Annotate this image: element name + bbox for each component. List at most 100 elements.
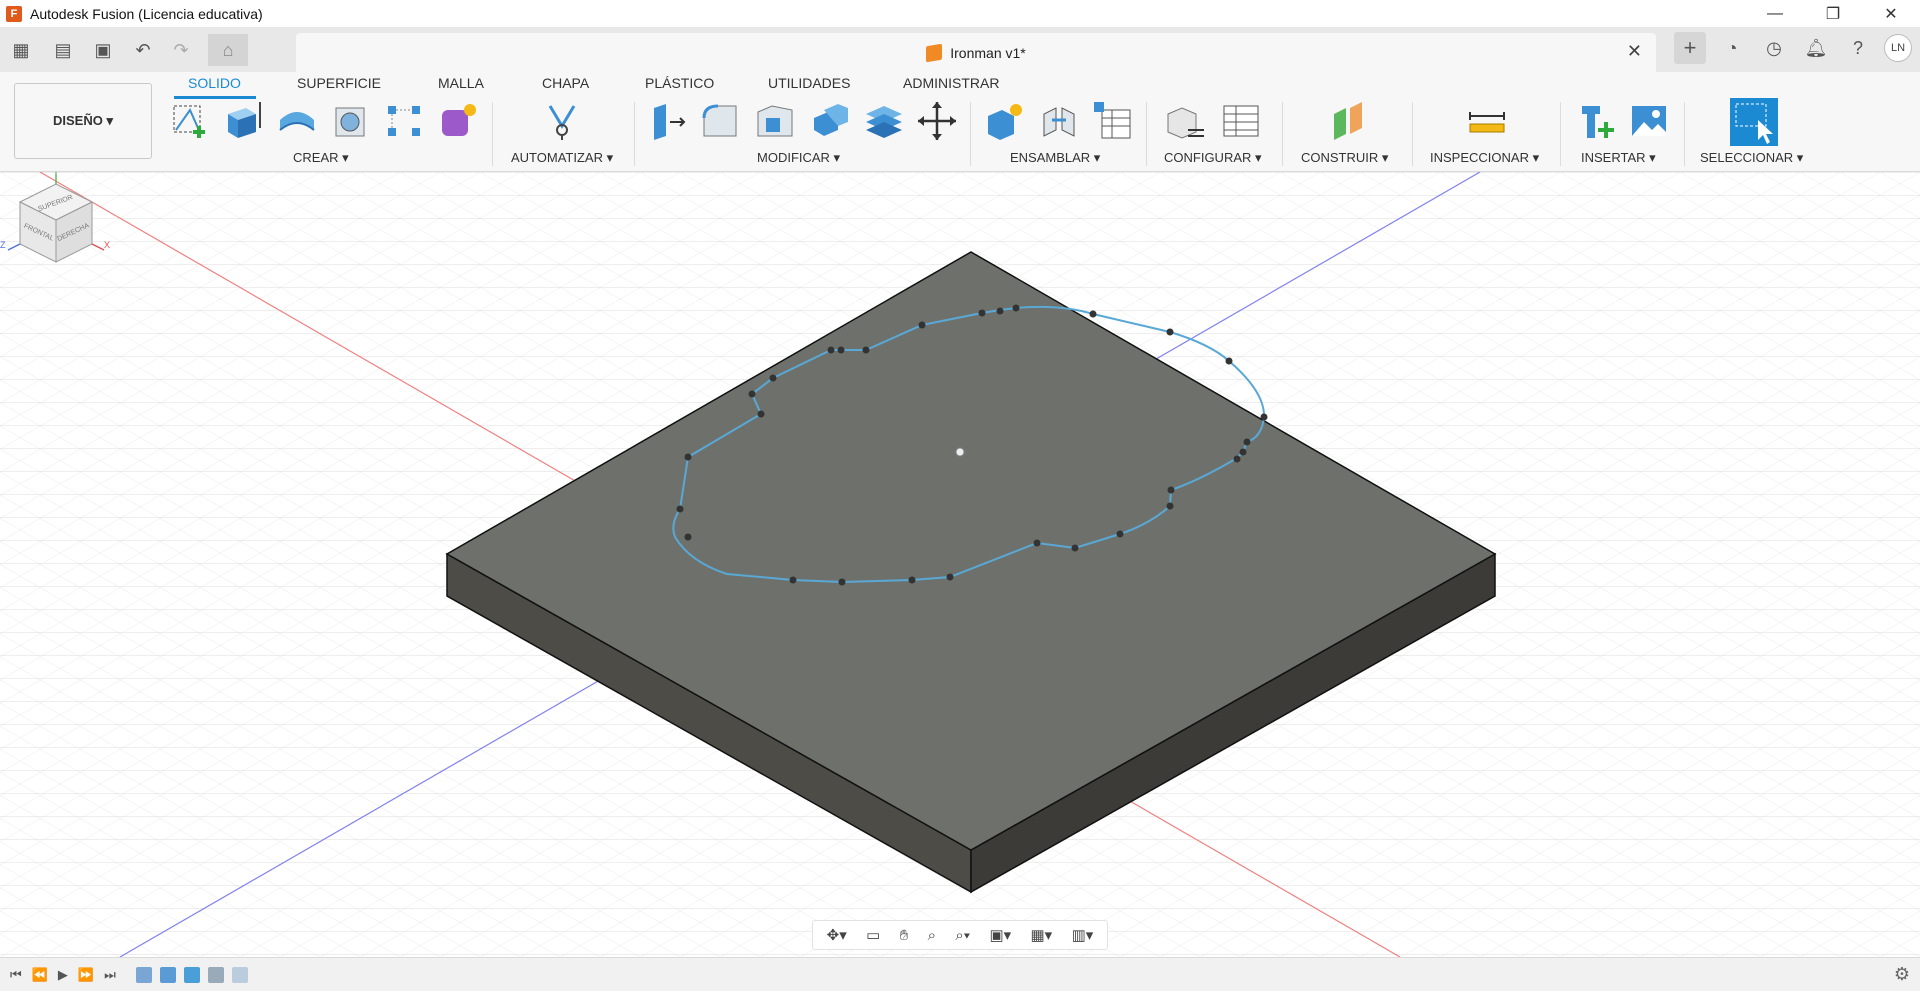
- undo-icon[interactable]: ↶: [128, 35, 158, 65]
- configuration-table-icon[interactable]: [1220, 100, 1262, 142]
- split-body-icon[interactable]: [862, 100, 904, 142]
- x-axis-label: X: [104, 240, 110, 250]
- insert-canvas-icon[interactable]: [1628, 100, 1670, 142]
- group-seleccionar[interactable]: SELECCIONAR ▾: [1700, 150, 1803, 166]
- restore-button[interactable]: ❐: [1804, 0, 1862, 28]
- document-tab-bar: ▦ ▤ ▣ ↶ ↷ ⌂ Ironman v1* ✕ + ◔ ◷ 🔔︎ ? LN: [0, 28, 1920, 72]
- view-cube-x-axis: [91, 243, 105, 251]
- select-icon[interactable]: [1730, 98, 1778, 146]
- group-inspeccionar[interactable]: INSPECCIONAR ▾: [1430, 150, 1539, 166]
- divider: [1560, 102, 1561, 166]
- extrude-icon[interactable]: [222, 100, 264, 142]
- move-icon[interactable]: [916, 100, 958, 142]
- shell-icon[interactable]: [754, 100, 796, 142]
- notifications-icon[interactable]: 🔔︎: [1800, 32, 1832, 64]
- zoom-icon[interactable]: ⌕: [928, 927, 936, 944]
- zoom-window-icon[interactable]: ⌕▾: [955, 927, 970, 944]
- z-axis-label: Z: [0, 240, 6, 250]
- hole-icon[interactable]: [330, 100, 372, 142]
- group-configurar[interactable]: CONFIGURAR ▾: [1164, 150, 1262, 166]
- document-title: Ironman v1*: [950, 44, 1026, 61]
- display-settings-icon[interactable]: ▣▾: [989, 926, 1011, 944]
- canvas-viewport[interactable]: SUPERIOR FRONTAL DERECHA Y X Z ✥▾ ▭ ✋︎ ⌕…: [0, 172, 1920, 957]
- timeline-extrude-feature-icon[interactable]: [159, 966, 176, 983]
- press-pull-icon[interactable]: [648, 100, 690, 142]
- component-icon: [926, 43, 943, 62]
- tab-plastico[interactable]: PLÁSTICO: [645, 75, 714, 91]
- configure-icon[interactable]: [1164, 100, 1206, 142]
- view-cube-z-axis: [7, 243, 21, 251]
- origin-point[interactable]: [955, 447, 965, 457]
- joint-icon[interactable]: [1038, 100, 1080, 142]
- create-form-icon[interactable]: [438, 100, 480, 142]
- timeline-sketch-feature-icon[interactable]: [135, 966, 152, 983]
- help-icon[interactable]: ?: [1842, 32, 1874, 64]
- divider: [1146, 102, 1147, 166]
- timeline-settings-icon[interactable]: ⚙: [1894, 964, 1910, 985]
- apps-grid-icon[interactable]: ▦: [6, 35, 36, 65]
- close-window-button[interactable]: ✕: [1862, 0, 1920, 28]
- group-construir[interactable]: CONSTRUIR ▾: [1301, 150, 1388, 166]
- insert-mcmaster-icon[interactable]: [1576, 100, 1618, 142]
- go-to-end-icon[interactable]: ⏭: [104, 967, 116, 983]
- look-at-icon[interactable]: ▭: [866, 926, 880, 944]
- avatar[interactable]: LN: [1884, 34, 1912, 62]
- tab-utilidades[interactable]: UTILIDADES: [768, 75, 850, 91]
- go-to-start-icon[interactable]: ⏮: [10, 967, 22, 983]
- tab-solido[interactable]: SOLIDO: [188, 75, 241, 91]
- timeline-bar: ⏮ ⏪ ▶ ⏩ ⏭ ⚙: [0, 957, 1920, 991]
- view-cube[interactable]: SUPERIOR FRONTAL DERECHA Y X Z: [0, 172, 110, 282]
- tab-administrar[interactable]: ADMINISTRAR: [903, 75, 999, 91]
- group-ensamblar[interactable]: ENSAMBLAR ▾: [1010, 150, 1100, 166]
- file-menu-icon[interactable]: ▤: [48, 35, 78, 65]
- toolbar-ribbon: DISEÑO ▾ SOLIDO SUPERFICIE MALLA CHAPA P…: [0, 72, 1920, 172]
- home-icon[interactable]: ⌂: [208, 34, 248, 66]
- timeline-marker-icon[interactable]: [231, 966, 248, 983]
- save-icon[interactable]: ▣: [88, 35, 118, 65]
- tab-chapa[interactable]: CHAPA: [542, 75, 589, 91]
- document-tab[interactable]: Ironman v1* ✕: [296, 33, 1656, 72]
- model-canvas[interactable]: [0, 172, 1920, 957]
- redo-icon[interactable]: ↷: [166, 35, 196, 65]
- orbit-icon[interactable]: ✥▾: [827, 926, 847, 944]
- workspace-switcher[interactable]: DISEÑO ▾: [14, 83, 152, 159]
- group-automatizar[interactable]: AUTOMATIZAR ▾: [511, 150, 613, 166]
- new-tab-icon[interactable]: +: [1674, 32, 1706, 64]
- timeline-canvas-feature-icon[interactable]: [183, 966, 200, 983]
- group-insertar[interactable]: INSERTAR ▾: [1581, 150, 1656, 166]
- title-bar: F Autodesk Fusion (Licencia educativa) —…: [0, 0, 1920, 28]
- new-component-icon[interactable]: [984, 100, 1026, 142]
- header-right-icons: + ◔ ◷ 🔔︎ ? LN: [1674, 32, 1912, 64]
- measure-icon[interactable]: [1466, 100, 1508, 142]
- grid-snaps-icon[interactable]: ▦▾: [1031, 926, 1053, 944]
- combine-icon[interactable]: [808, 100, 850, 142]
- play-icon[interactable]: ▶: [58, 967, 68, 983]
- close-tab-icon[interactable]: ✕: [1627, 41, 1642, 62]
- fillet-icon[interactable]: [700, 100, 742, 142]
- divider: [970, 102, 971, 166]
- minimize-button[interactable]: —: [1746, 0, 1804, 28]
- create-sketch-icon[interactable]: [170, 100, 212, 142]
- pattern-icon[interactable]: [384, 100, 426, 142]
- extensions-icon[interactable]: ◔: [1716, 32, 1748, 64]
- fusion-window: F Autodesk Fusion (Licencia educativa) —…: [0, 0, 1920, 991]
- group-crear[interactable]: CREAR ▾: [293, 150, 349, 166]
- group-modificar[interactable]: MODIFICAR ▾: [757, 150, 840, 166]
- divider: [1282, 102, 1283, 166]
- tab-malla[interactable]: MALLA: [438, 75, 484, 91]
- automate-icon[interactable]: [542, 100, 584, 142]
- pan-icon[interactable]: ✋︎: [900, 927, 909, 944]
- step-back-icon[interactable]: ⏪: [32, 967, 48, 983]
- timeline-sketch-feature-icon[interactable]: [207, 966, 224, 983]
- bill-of-materials-icon[interactable]: [1092, 100, 1134, 142]
- fusion-logo-icon: F: [6, 5, 22, 22]
- divider: [1412, 102, 1413, 166]
- viewports-icon[interactable]: ▥▾: [1072, 926, 1094, 944]
- revolve-icon[interactable]: [276, 100, 318, 142]
- step-forward-icon[interactable]: ⏩: [78, 967, 94, 983]
- window-title: Autodesk Fusion (Licencia educativa): [30, 5, 263, 22]
- tab-superficie[interactable]: SUPERFICIE: [297, 75, 381, 91]
- construct-plane-icon[interactable]: [1328, 100, 1370, 142]
- job-status-icon[interactable]: ◷: [1758, 32, 1790, 64]
- active-tab-indicator: [174, 96, 256, 99]
